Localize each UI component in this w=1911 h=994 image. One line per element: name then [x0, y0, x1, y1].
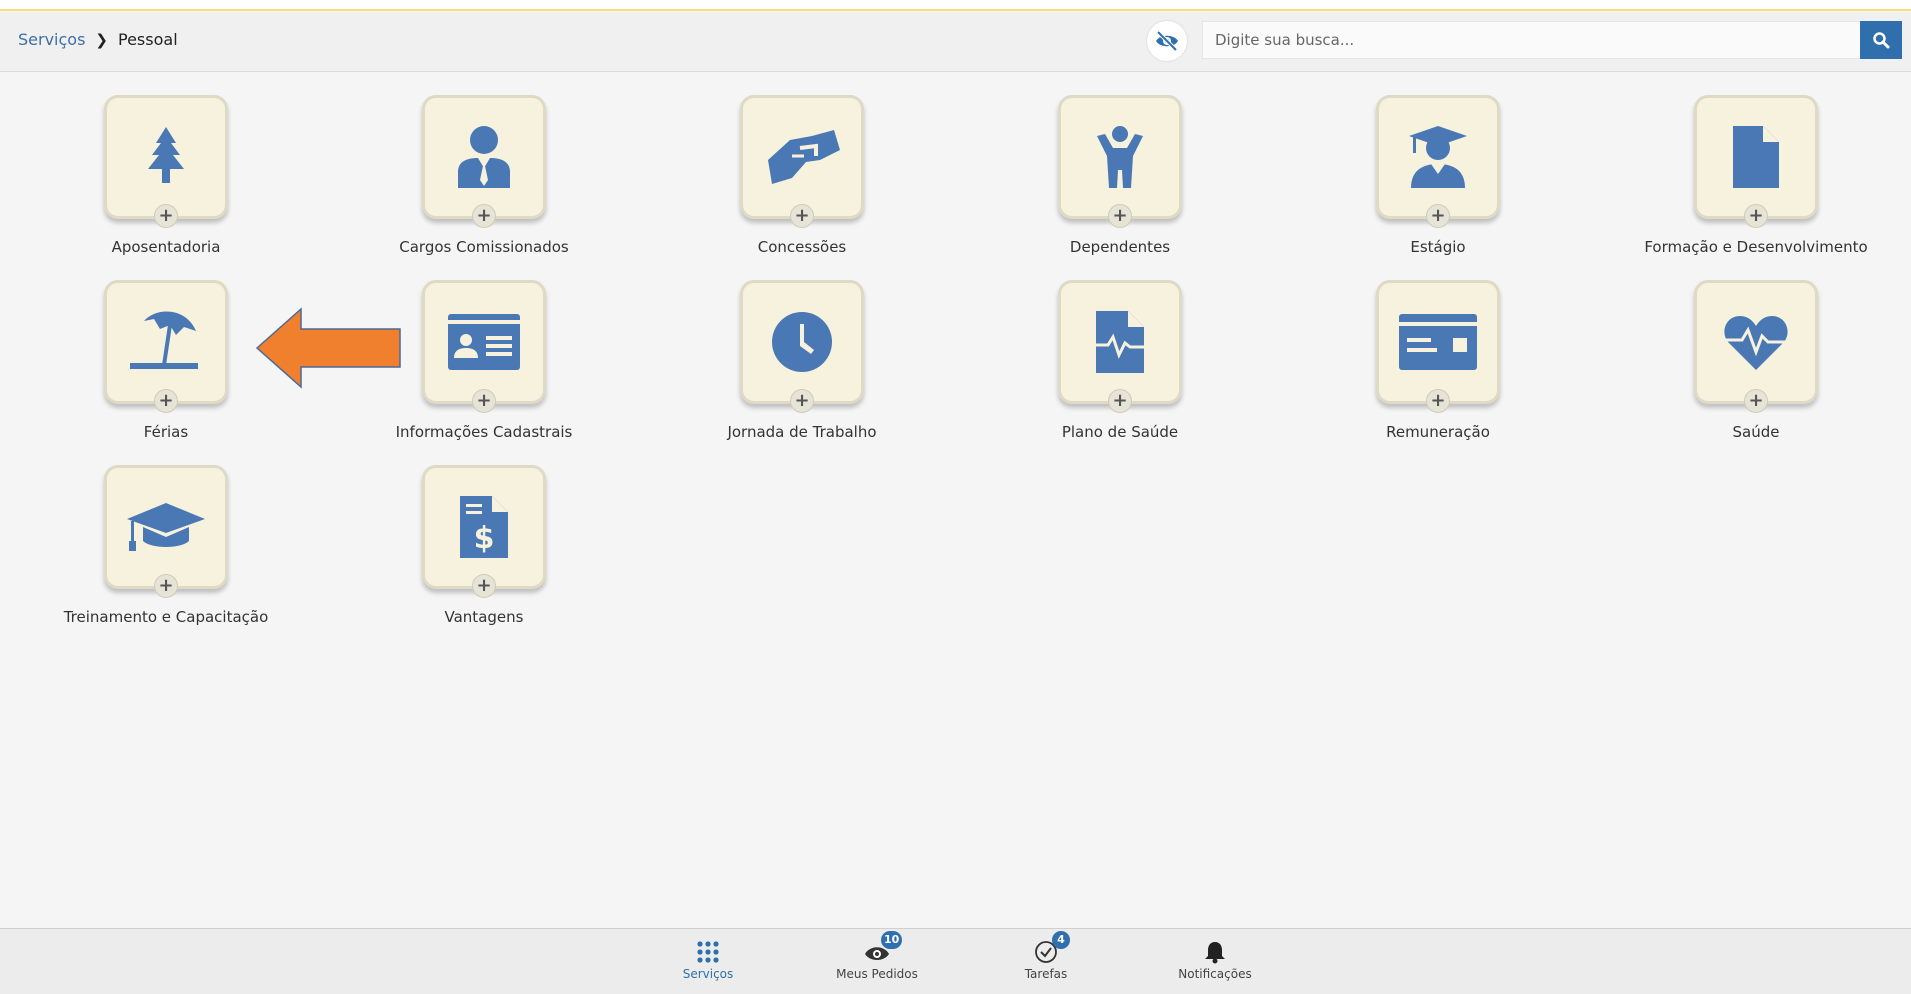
- tile-label: Informações Cadastrais: [395, 423, 573, 441]
- tile-icon-box[interactable]: +: [740, 280, 864, 413]
- search-icon: [1873, 32, 1890, 49]
- tile-icon-box[interactable]: +: [1694, 280, 1818, 413]
- tile-label: Remuneração: [1386, 423, 1490, 441]
- heartbeat-icon: [1724, 316, 1788, 370]
- tile-plus-badge: +: [1744, 204, 1768, 228]
- tile-label: Plano de Saúde: [1061, 423, 1179, 441]
- child-icon: [1097, 126, 1143, 188]
- pedidos-count-badge: 10: [881, 931, 903, 949]
- payment-card-icon: [1399, 314, 1477, 370]
- orange-pointer-arrow-icon: [255, 307, 401, 389]
- service-tile-estagio[interactable]: + Estágio: [1278, 95, 1598, 256]
- person-suit-icon: [458, 126, 510, 188]
- tile-label: Férias: [143, 423, 189, 441]
- hide-values-button[interactable]: [1147, 21, 1187, 61]
- tile-plus-badge: +: [1108, 204, 1132, 228]
- tile-label: Jornada de Trabalho: [727, 423, 877, 441]
- tile-label: Saúde: [1732, 423, 1780, 441]
- service-tile-jornada-trabalho[interactable]: + Jornada de Trabalho: [642, 280, 962, 441]
- tile-plus-badge: +: [1426, 389, 1450, 413]
- tile-plus-badge: +: [1744, 389, 1768, 413]
- service-tile-plano-saude[interactable]: + Plano de Saúde: [960, 280, 1280, 441]
- nav-tarefas[interactable]: 4 Tarefas: [981, 931, 1111, 981]
- umbrella-icon: [130, 311, 198, 369]
- header-bar: Serviços ❯ Pessoal: [0, 12, 1911, 72]
- nav-label: Meus Pedidos: [836, 967, 918, 981]
- nav-label: Serviços: [682, 967, 734, 981]
- tile-icon-box[interactable]: +: [104, 95, 228, 228]
- nav-notificacoes[interactable]: Notificações: [1150, 937, 1280, 981]
- breadcrumb: Serviços ❯ Pessoal: [18, 30, 178, 49]
- service-tile-treinamento-capacitacao[interactable]: + Treinamento e Capacitação: [6, 465, 326, 626]
- tile-plus-badge: +: [472, 389, 496, 413]
- tile-label: Dependentes: [1069, 238, 1171, 256]
- tree-icon: [148, 127, 184, 183]
- search-bar: [1202, 21, 1902, 59]
- tile-label: Cargos Comissionados: [399, 238, 569, 256]
- bottom-navigation: Serviços 10 Meus Pedidos 4 Tarefas Notif…: [0, 928, 1911, 994]
- medical-file-icon: [1094, 311, 1146, 373]
- nav-label: Tarefas: [1024, 967, 1068, 981]
- grid-icon: [697, 941, 719, 963]
- tile-plus-badge: +: [790, 389, 814, 413]
- tile-plus-badge: +: [154, 204, 178, 228]
- svg-text:$: $: [474, 521, 495, 556]
- tile-plus-badge: +: [1108, 389, 1132, 413]
- nav-meus-pedidos[interactable]: 10 Meus Pedidos: [812, 931, 942, 981]
- breadcrumb-root-link[interactable]: Serviços: [18, 30, 85, 49]
- search-button[interactable]: [1860, 21, 1902, 59]
- invoice-dollar-icon: $: [460, 496, 508, 558]
- tile-plus-badge: +: [154, 574, 178, 598]
- mortarboard-icon: [127, 503, 205, 551]
- tile-icon-box[interactable]: +: [1694, 95, 1818, 228]
- tile-plus-badge: +: [790, 204, 814, 228]
- tile-icon-box[interactable]: +: [422, 95, 546, 228]
- tile-icon-box[interactable]: +: [1058, 280, 1182, 413]
- top-accent-line: [0, 0, 1911, 11]
- service-tile-cargos-comissionados[interactable]: + Cargos Comissionados: [324, 95, 644, 256]
- service-tile-dependentes[interactable]: + Dependentes: [960, 95, 1280, 256]
- tile-icon-box[interactable]: +: [740, 95, 864, 228]
- search-input[interactable]: [1202, 21, 1860, 59]
- service-tile-concessoes[interactable]: + Concessões: [642, 95, 962, 256]
- service-tile-aposentadoria[interactable]: + Aposentadoria: [6, 95, 326, 256]
- nav-label: Notificações: [1178, 967, 1252, 981]
- tile-icon-box[interactable]: +: [422, 280, 546, 413]
- clock-icon: [772, 312, 832, 372]
- eye-slash-icon: [1156, 30, 1178, 52]
- tile-icon-box[interactable]: +: [104, 280, 228, 413]
- tarefas-count-badge: 4: [1052, 931, 1070, 949]
- tile-label: Aposentadoria: [111, 238, 221, 256]
- tile-plus-badge: +: [1426, 204, 1450, 228]
- id-card-icon: [448, 314, 520, 370]
- nav-servicos[interactable]: Serviços: [643, 937, 773, 981]
- tile-plus-badge: +: [472, 574, 496, 598]
- tile-label: Concessões: [757, 238, 847, 256]
- tile-label: Vantagens: [444, 608, 524, 626]
- tile-icon-box[interactable]: +: [1376, 95, 1500, 228]
- tile-label: Treinamento e Capacitação: [63, 608, 269, 626]
- tile-label: Formação e Desenvolvimento: [1644, 238, 1868, 256]
- graduate-icon: [1409, 126, 1467, 188]
- service-tile-formacao-desenvolvimento[interactable]: + Formação e Desenvolvimento: [1596, 95, 1911, 256]
- service-tile-saude[interactable]: + Saúde: [1596, 280, 1911, 441]
- tile-icon-box[interactable]: $ +: [422, 465, 546, 598]
- chevron-right-icon: ❯: [95, 30, 108, 49]
- tile-icon-box[interactable]: +: [1376, 280, 1500, 413]
- bell-icon: [1205, 942, 1225, 964]
- document-icon: [1733, 126, 1779, 188]
- tile-plus-badge: +: [472, 204, 496, 228]
- tile-plus-badge: +: [154, 389, 178, 413]
- tile-label: Estágio: [1410, 238, 1466, 256]
- breadcrumb-current: Pessoal: [118, 30, 178, 49]
- service-tile-remuneracao[interactable]: + Remuneração: [1278, 280, 1598, 441]
- tile-icon-box[interactable]: +: [104, 465, 228, 598]
- tile-icon-box[interactable]: +: [1058, 95, 1182, 228]
- handshake-icon: [768, 130, 840, 184]
- service-tile-vantagens[interactable]: $ + Vantagens: [324, 465, 644, 626]
